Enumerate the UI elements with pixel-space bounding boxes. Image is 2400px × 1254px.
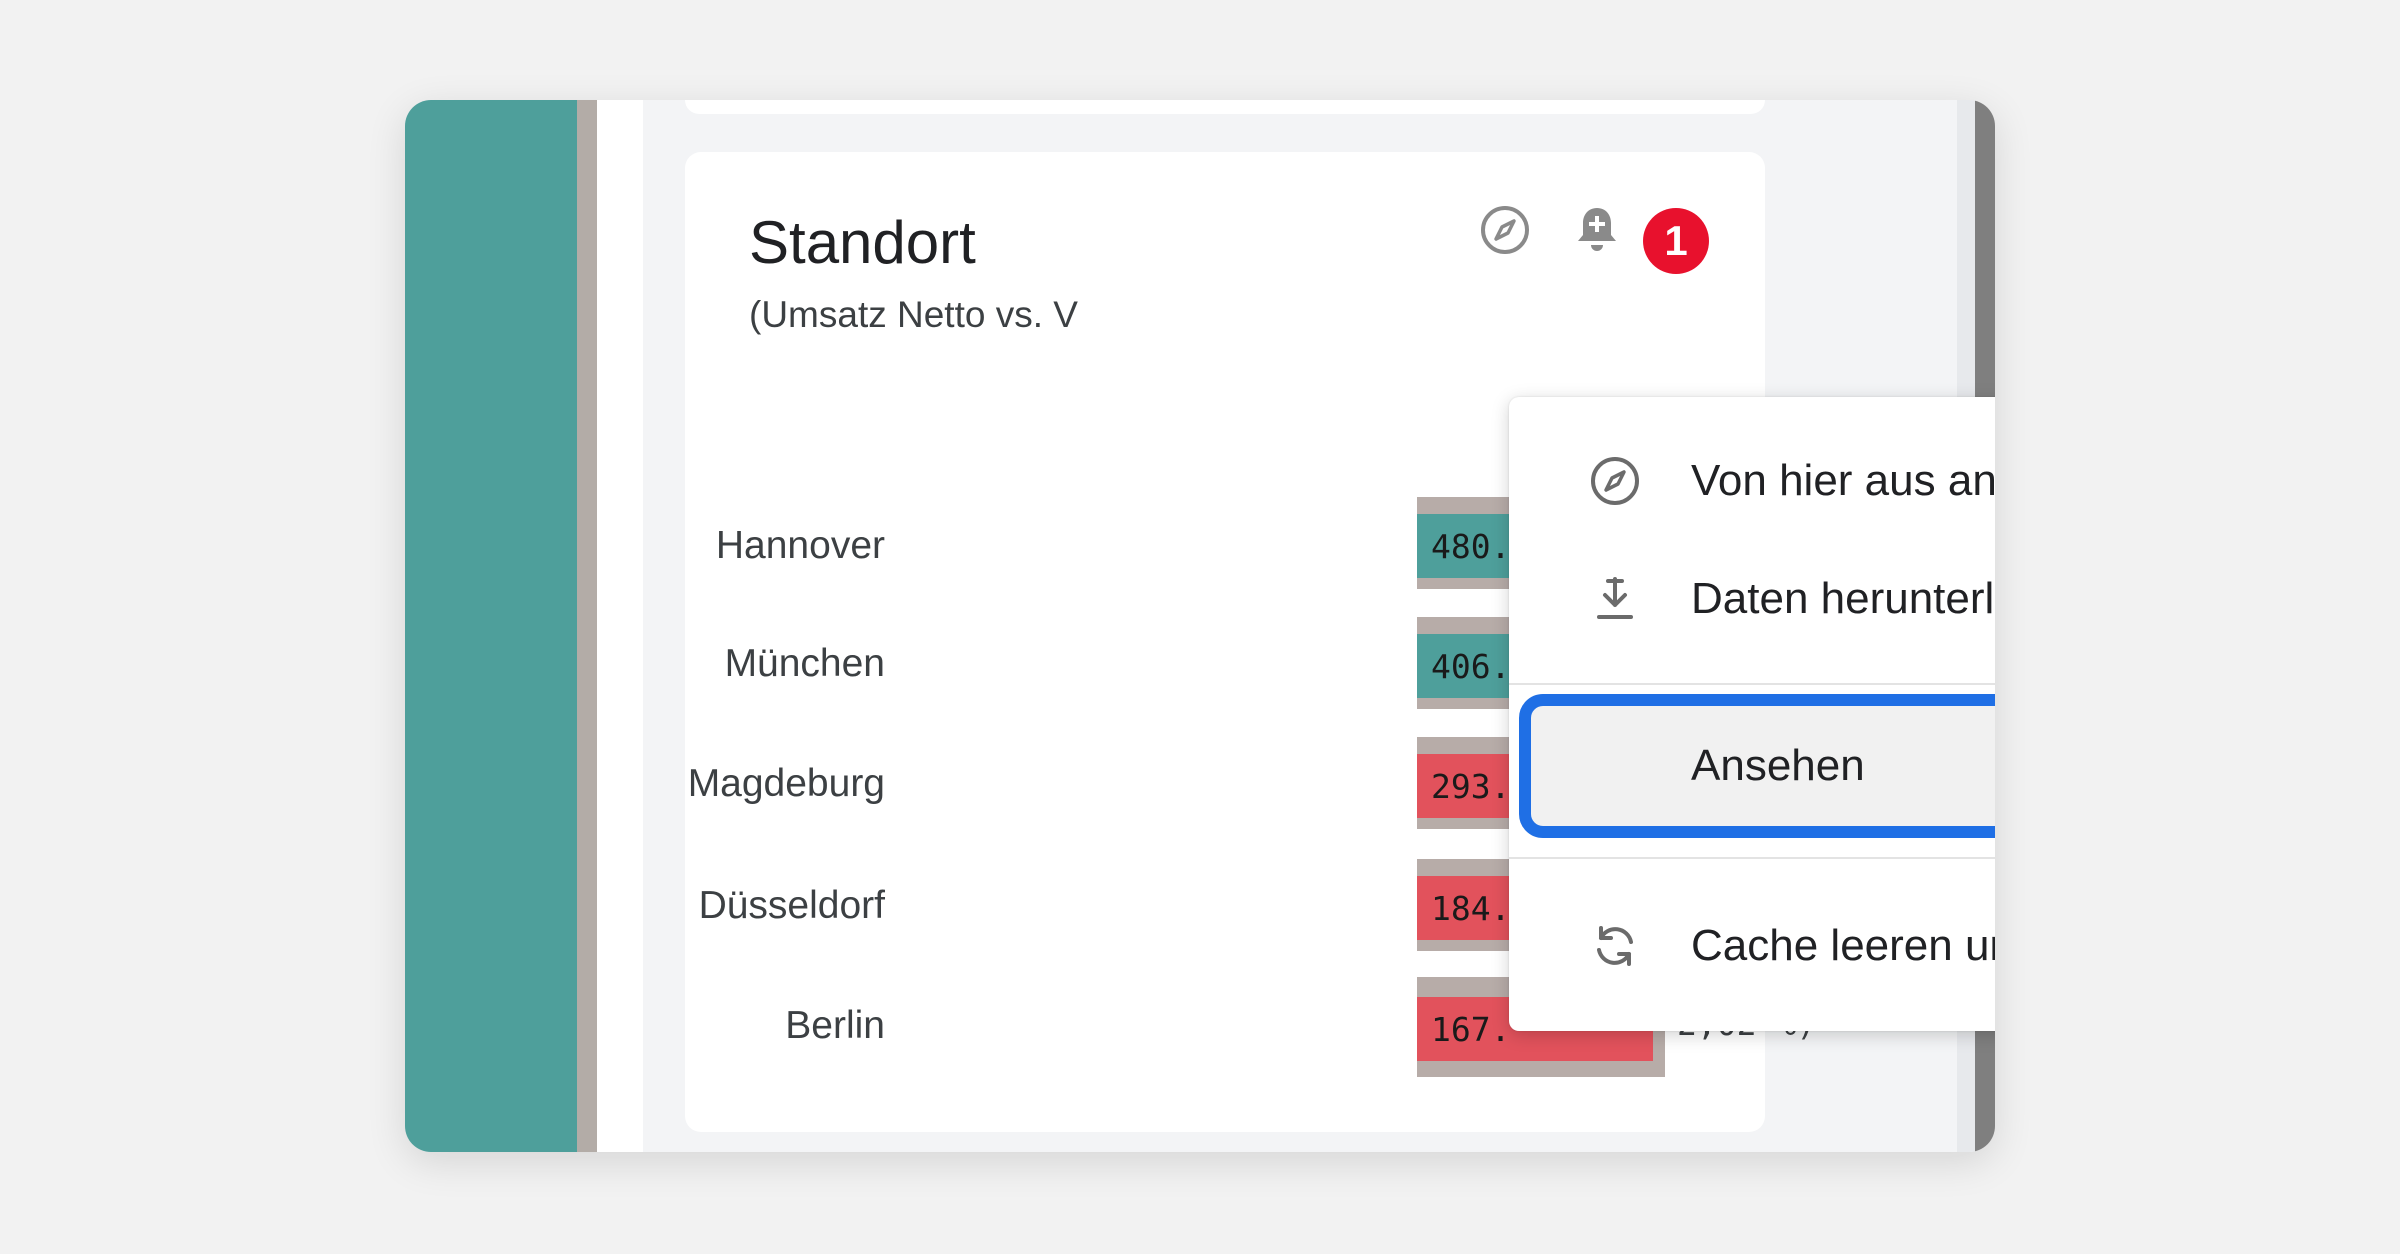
refresh-icon bbox=[1597, 926, 1633, 966]
menu-item-label: Ansehen bbox=[1691, 741, 1865, 790]
menu-divider bbox=[1509, 857, 1995, 859]
row-label: München bbox=[724, 642, 885, 685]
context-menu: Von hier aus analysieren Daten herunterl… bbox=[1509, 397, 1995, 1031]
app-screen: Standort (Umsatz Netto vs. V 1 Hannover … bbox=[405, 100, 1995, 1152]
row-label: Hannover bbox=[715, 524, 885, 567]
sidebar-divider bbox=[577, 100, 597, 1152]
menu-item-refresh-cache[interactable]: Cache leeren und aktualisieren bbox=[1509, 896, 1995, 996]
menu-item-analyze[interactable]: Von hier aus analysieren bbox=[1509, 431, 1995, 531]
download-icon bbox=[1597, 577, 1633, 619]
panel-margin bbox=[597, 100, 643, 1152]
row-label: Berlin bbox=[785, 1004, 885, 1047]
bell-plus-icon[interactable] bbox=[1569, 200, 1625, 256]
row-label: Düsseldorf bbox=[698, 884, 885, 927]
compass-icon bbox=[1591, 457, 1639, 505]
menu-item-download[interactable]: Daten herunterladen bbox=[1509, 549, 1995, 649]
menu-item-label: Von hier aus analysieren bbox=[1691, 456, 1995, 505]
sidebar bbox=[405, 100, 577, 1152]
step-badge-1: 1 bbox=[1643, 208, 1709, 274]
menu-divider bbox=[1509, 683, 1995, 685]
card-title: Standort bbox=[749, 209, 976, 276]
previous-card bbox=[685, 100, 1765, 114]
menu-item-label: Daten herunterladen bbox=[1691, 574, 1995, 623]
menu-item-label: Cache leeren und aktualisieren bbox=[1691, 921, 1995, 970]
menu-item-ansehen[interactable]: Ansehen 2 bbox=[1519, 694, 1995, 838]
compass-icon[interactable] bbox=[1477, 202, 1533, 258]
row-label: Magdeburg bbox=[687, 762, 885, 805]
card-subtitle: (Umsatz Netto vs. V bbox=[749, 294, 1078, 335]
